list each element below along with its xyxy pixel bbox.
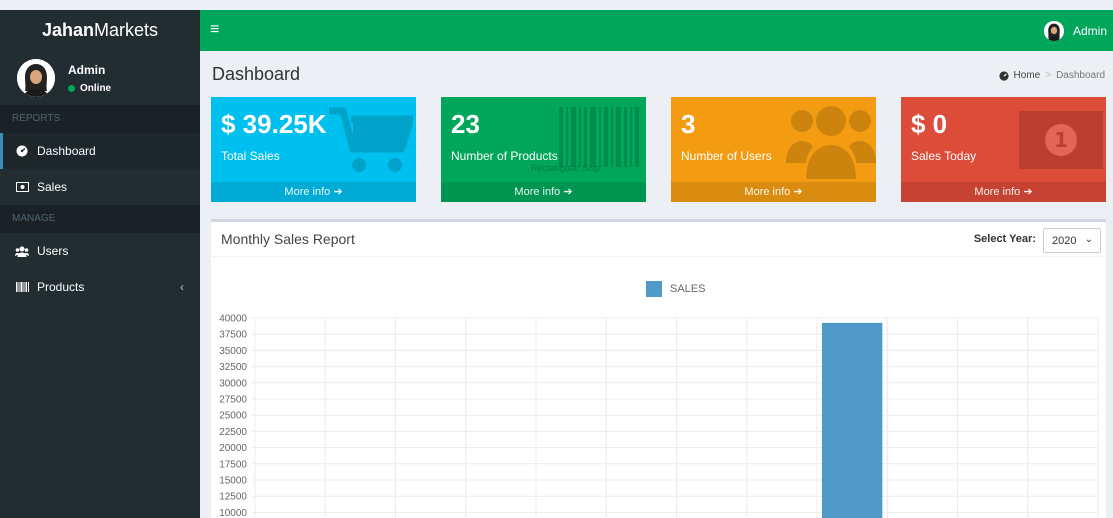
brand-rest: Markets [94, 20, 159, 40]
sidebar-item-label: Dashboard [37, 144, 96, 158]
users-box: 3 Number of Users More info ➔ [671, 97, 876, 202]
y-tick-label: 35000 [219, 346, 247, 357]
y-tick-label: 37500 [219, 330, 247, 341]
y-tick-label: 17500 [219, 459, 247, 470]
y-tick-label: 15000 [219, 476, 247, 487]
users-label: Number of Users [681, 149, 772, 163]
breadcrumb: Home > Dashboard [998, 70, 1105, 81]
y-tick-label: 30000 [219, 378, 247, 389]
bar-sep[interactable] [821, 322, 883, 518]
y-tick-label: 20000 [219, 443, 247, 454]
sidebar-item-dashboard[interactable]: Dashboard [0, 133, 200, 169]
top-user-menu[interactable]: Admin [1043, 21, 1107, 41]
y-tick-label: 22500 [219, 427, 247, 438]
page-title: Dashboard [212, 64, 301, 84]
top-navbar: ≡ Admin [200, 10, 1113, 51]
menu-toggle-icon[interactable]: ≡ [210, 21, 219, 39]
users-value: 3 [681, 109, 696, 139]
more-info-text: More info [514, 186, 561, 198]
avatar-small [1043, 21, 1064, 41]
money-icon: 1 [1019, 111, 1103, 169]
monthly-sales-box: Monthly Sales Report Select Year: 2020 ⌄… [211, 219, 1106, 518]
user-status-text: Online [80, 83, 112, 94]
dashboard-icon [998, 70, 1009, 81]
sales-today-label: Sales Today [911, 149, 977, 163]
user-panel: Admin Online [0, 51, 200, 105]
arrow-circle-right-icon: ➔ [793, 186, 803, 198]
breadcrumb-current: Dashboard [1056, 70, 1105, 81]
sidebar-item-label: Users [37, 244, 69, 258]
ghost-tooltip-text: Rectangular Snip [531, 163, 601, 173]
y-tick-label: 40000 [219, 314, 247, 325]
sidebar: Admin Online REPORTS Dashboard Sales MAN… [0, 51, 200, 518]
sales-today-value: $ 0 [911, 109, 948, 139]
barcode-icon [15, 282, 29, 292]
y-tick-label: 10000 [219, 508, 247, 518]
products-label: Number of Products [451, 149, 558, 163]
breadcrumb-home[interactable]: Home [1014, 70, 1041, 81]
y-tick-label: 25000 [219, 411, 247, 422]
sidebar-item-label: Sales [37, 180, 68, 194]
arrow-circle-right-icon: ➔ [1023, 186, 1033, 198]
more-info-text: More info [974, 186, 1021, 198]
brand-logo[interactable]: Jahan Markets [0, 10, 200, 51]
sales-today-box: 1 $ 0 Sales Today More info ➔ [901, 97, 1106, 202]
users-icon [15, 246, 29, 257]
y-tick-label: 12500 [219, 492, 247, 503]
more-info-link[interactable]: More info ➔ [211, 182, 416, 202]
brand-bold: Jahan [41, 20, 94, 40]
sidebar-item-label: Products [37, 280, 85, 294]
top-user-name: Admin [1072, 24, 1107, 38]
more-info-link[interactable]: More info ➔ [671, 182, 876, 202]
total-sales-label: Total Sales [221, 149, 280, 163]
arrow-circle-right-icon: ➔ [563, 186, 573, 198]
users-icon [786, 106, 876, 179]
total-sales-value: $ 39.25K [221, 109, 327, 139]
money-icon [15, 182, 29, 192]
sidebar-item-sales[interactable]: Sales [0, 169, 200, 205]
online-dot-icon [68, 85, 75, 92]
barcode-icon [559, 107, 639, 167]
sidebar-item-products[interactable]: Products ‹ [0, 269, 200, 305]
sidebar-item-users[interactable]: Users [0, 233, 200, 269]
products-box: 23 Number of Products Rectangular Snip M… [441, 97, 646, 202]
y-tick-label: 32500 [219, 362, 247, 373]
sidebar-header-manage: MANAGE [0, 205, 200, 233]
breadcrumb-separator: > [1045, 70, 1052, 81]
more-info-text: More info [284, 186, 331, 198]
sidebar-header-reports: REPORTS [0, 105, 200, 133]
svg-text:1: 1 [1054, 128, 1068, 152]
more-info-text: More info [744, 186, 791, 198]
user-status: Online [68, 83, 111, 94]
chevron-left-icon[interactable]: ‹ [180, 280, 184, 294]
dashboard-icon [15, 145, 29, 157]
cart-icon [329, 107, 413, 172]
more-info-link[interactable]: More info ➔ [441, 182, 646, 202]
arrow-circle-right-icon: ➔ [333, 186, 343, 198]
total-sales-box: $ 39.25K Total Sales More info ➔ [211, 97, 416, 202]
y-tick-label: 27500 [219, 395, 247, 406]
user-name: Admin [68, 63, 106, 77]
more-info-link[interactable]: More info ➔ [901, 182, 1106, 202]
sales-bar-chart: 40000 37500 35000 32500 30000 27500 25000 22500… [219, 314, 1099, 518]
avatar [17, 59, 55, 97]
products-value: 23 [451, 109, 480, 139]
